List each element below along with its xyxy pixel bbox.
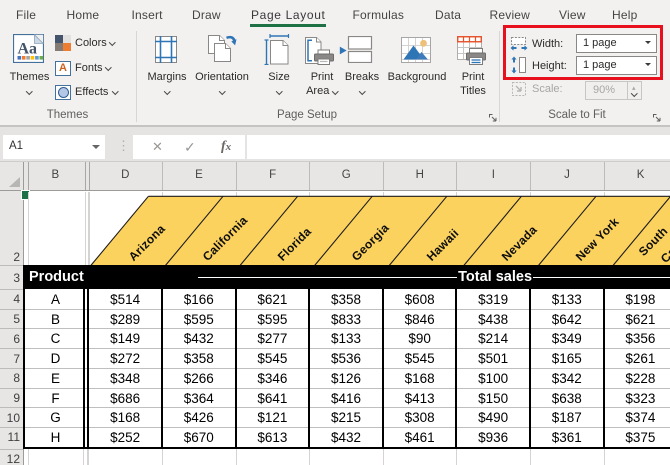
svg-text:Aa: Aa (18, 41, 38, 58)
